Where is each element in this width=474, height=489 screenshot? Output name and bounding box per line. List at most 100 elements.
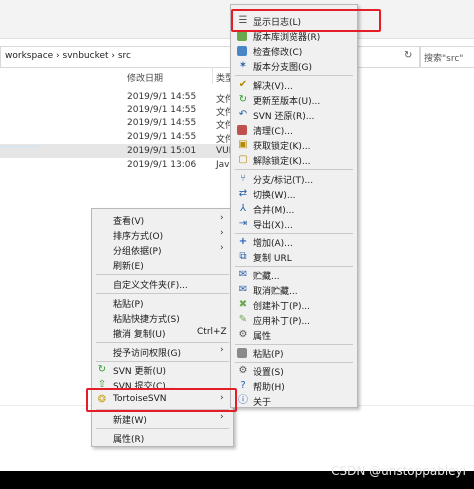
menu-item-about[interactable]: ⓘ 关于 <box>231 394 357 408</box>
menu-separator <box>235 344 353 345</box>
menu-item-revert[interactable]: ↶ SVN 还原(R)... <box>231 108 357 122</box>
menu-item-label: 版本分支图(G) <box>253 63 312 73</box>
menu-item-label: 复制 URL <box>253 254 292 264</box>
column-divider[interactable] <box>212 68 213 84</box>
shelve-icon: ✉ <box>238 269 248 280</box>
switch-icon: ⇄ <box>238 188 248 199</box>
menu-separator <box>235 362 353 363</box>
menu-item-merge[interactable]: ⅄ 合并(M)... <box>231 202 357 216</box>
help-icon: ? <box>240 380 246 391</box>
menu-item-shortcut: Ctrl+Z <box>197 327 227 337</box>
watermark: CSDN @unstoppableyi <box>331 464 466 478</box>
menu-item-label: 粘贴(P) <box>253 350 284 360</box>
menu-item-label: 贮藏... <box>253 272 280 282</box>
submenu-arrow-icon: › <box>220 213 224 223</box>
menu-item-apply-patch[interactable]: ✎ 应用补丁(P)... <box>231 313 357 327</box>
menu-item-resolve[interactable]: ✔ 解决(V)... <box>231 78 357 92</box>
menu-item-label: 关于 <box>253 398 272 408</box>
menu-item-svn-update[interactable]: ↻ SVN 更新(U) <box>92 363 233 377</box>
status-area <box>0 405 474 471</box>
submenu-arrow-icon: › <box>220 228 224 238</box>
menu-item-new[interactable]: 新建(W) › <box>92 412 233 426</box>
menu-item-update-to-revision[interactable]: ↻ 更新至版本(U)... <box>231 93 357 107</box>
menu-item-label: 粘贴(P) <box>113 300 144 310</box>
menu-item-get-lock[interactable]: ▣ 获取锁定(K)... <box>231 138 357 152</box>
file-date: 2019/9/1 14:55 <box>127 132 197 142</box>
menu-item-view[interactable]: 查看(V) › <box>92 213 233 227</box>
search-input[interactable]: 搜索"src" <box>420 46 474 68</box>
properties-icon: ⚙ <box>238 329 248 340</box>
menu-item-label: 应用补丁(P)... <box>253 317 311 327</box>
unshelve-icon: ✉ <box>238 284 248 295</box>
menu-separator <box>96 428 229 429</box>
menu-item-label: 自定义文件夹(F)... <box>113 281 188 291</box>
lock-icon: ▣ <box>238 139 248 150</box>
menu-item-label: 切换(W)... <box>253 191 296 201</box>
row-focus-line <box>0 146 40 147</box>
menu-item-label: 更新至版本(U)... <box>253 97 321 107</box>
resolve-icon: ✔ <box>238 79 248 90</box>
info-icon: ⓘ <box>238 395 248 406</box>
menu-item-label: SVN 更新(U) <box>113 367 167 377</box>
menu-item-create-patch[interactable]: ✖ 创建补丁(P)... <box>231 298 357 312</box>
menu-item-properties[interactable]: 属性(R) <box>92 431 233 445</box>
menu-item-label: 解除锁定(K)... <box>253 157 311 167</box>
refresh-icon[interactable]: ↻ <box>404 50 412 61</box>
tortoisesvn-submenu: ☰ 显示日志(L) 版本库浏览器(R) 检查修改(C) ✶ 版本分支图(G) ✔… <box>230 4 358 408</box>
menu-separator <box>96 274 229 275</box>
export-icon: ⇥ <box>238 218 248 229</box>
menu-item-settings[interactable]: ⚙ 设置(S) <box>231 364 357 378</box>
menu-item-export[interactable]: ⇥ 导出(X)... <box>231 217 357 231</box>
menu-item-branch-tag[interactable]: ⑂ 分支/标记(T)... <box>231 172 357 186</box>
highlight-box-show-log <box>231 9 381 32</box>
menu-item-release-lock[interactable]: ▢ 解除锁定(K)... <box>231 153 357 167</box>
menu-item-label: 属性(R) <box>113 435 145 445</box>
menu-item-refresh[interactable]: 刷新(E) <box>92 258 233 272</box>
menu-item-label: 刷新(E) <box>113 262 144 272</box>
menu-item-label: 检查修改(C) <box>253 48 303 58</box>
repo-browser-icon <box>237 31 247 41</box>
revert-icon: ↶ <box>238 109 248 120</box>
menu-item-copy-url[interactable]: ⧉ 复制 URL <box>231 250 357 264</box>
branch-icon: ⑂ <box>240 173 246 184</box>
menu-item-unshelve[interactable]: ✉ 取消贮藏... <box>231 283 357 297</box>
menu-item-paste[interactable]: 粘贴(P) <box>92 296 233 310</box>
menu-item-label: 帮助(H) <box>253 383 285 393</box>
menu-item-label: 分支/标记(T)... <box>253 176 314 186</box>
menu-item-svn-paste[interactable]: 粘贴(P) <box>231 346 357 360</box>
menu-item-label: 粘贴快捷方式(S) <box>113 315 180 325</box>
menu-item-check-modifications[interactable]: 检查修改(C) <box>231 44 357 58</box>
menu-item-label: 清理(C)... <box>253 127 293 137</box>
menu-item-paste-shortcut[interactable]: 粘贴快捷方式(S) <box>92 311 233 325</box>
menu-item-revision-graph[interactable]: ✶ 版本分支图(G) <box>231 59 357 73</box>
menu-item-svn-properties[interactable]: ⚙ 属性 <box>231 328 357 342</box>
create-patch-icon: ✖ <box>238 299 248 310</box>
menu-item-shelve[interactable]: ✉ 贮藏... <box>231 268 357 282</box>
menu-item-add[interactable]: + 增加(A)... <box>231 235 357 249</box>
breadcrumb[interactable]: workspace › svnbucket › src <box>5 51 131 61</box>
menu-item-customize-folder[interactable]: 自定义文件夹(F)... <box>92 277 233 291</box>
menu-item-label: 获取锁定(K)... <box>253 142 311 152</box>
menu-item-sort-by[interactable]: 排序方式(O) › <box>92 228 233 242</box>
menu-item-group-by[interactable]: 分组依据(P) › <box>92 243 233 257</box>
menu-item-label: 解决(V)... <box>253 82 293 92</box>
file-date: 2019/9/1 14:55 <box>127 118 197 128</box>
menu-item-undo-copy[interactable]: 撤消 复制(U) Ctrl+Z <box>92 326 233 340</box>
file-date: 2019/9/1 13:06 <box>127 160 197 170</box>
menu-item-switch[interactable]: ⇄ 切换(W)... <box>231 187 357 201</box>
menu-separator <box>235 233 353 234</box>
revision-graph-icon: ✶ <box>238 60 248 71</box>
column-header-date[interactable]: 修改日期 <box>127 71 163 84</box>
menu-item-help[interactable]: ? 帮助(H) <box>231 379 357 393</box>
apply-patch-icon: ✎ <box>238 314 248 325</box>
menu-separator <box>96 342 229 343</box>
menu-separator <box>96 293 229 294</box>
update-revision-icon: ↻ <box>238 94 248 105</box>
check-modifications-icon <box>237 46 247 56</box>
file-date: 2019/9/1 14:55 <box>127 92 197 102</box>
menu-item-give-access[interactable]: 授予访问权限(G) › <box>92 345 233 359</box>
copy-url-icon: ⧉ <box>239 251 247 262</box>
menu-item-cleanup[interactable]: 清理(C)... <box>231 123 357 137</box>
menu-separator <box>235 169 353 170</box>
submenu-arrow-icon: › <box>220 243 224 253</box>
